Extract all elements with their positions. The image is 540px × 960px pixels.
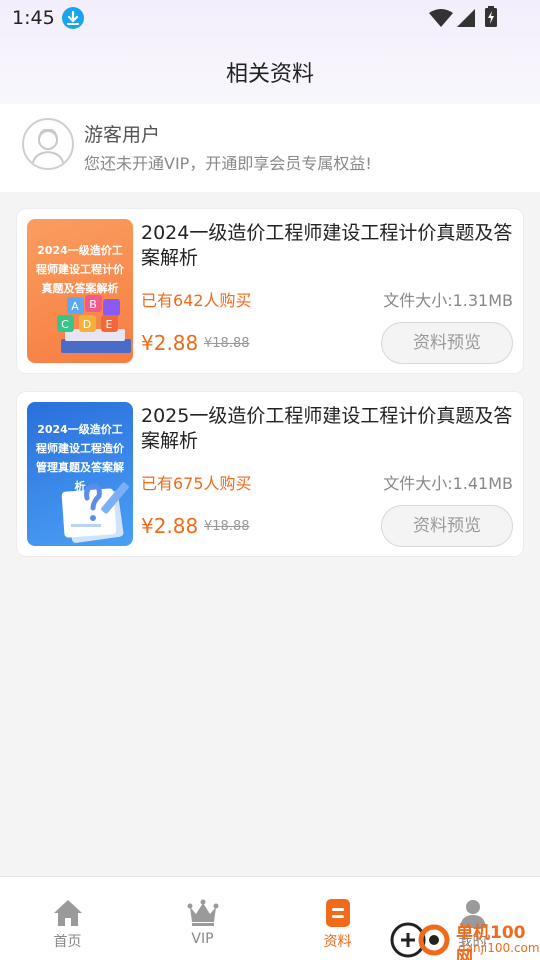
svg-text:D: D <box>83 318 91 331</box>
svg-text:E: E <box>106 318 113 331</box>
price: ¥2.88 <box>141 331 199 355</box>
status-bar: 1:45 <box>0 0 540 38</box>
watermark: 单机100网 danji100.com <box>388 916 540 960</box>
watermark-logo-icon <box>390 922 450 958</box>
material-card[interactable]: 2024一级造价工程师建设工程计价真题及答案解析 A B C D E 2024一… <box>16 208 524 374</box>
document-icon <box>325 899 350 927</box>
avatar[interactable] <box>22 118 74 170</box>
cover-image: 2024一级造价工程师建设工程造价管理真题及答案解析 <box>27 402 133 546</box>
preview-button[interactable]: 资料预览 <box>381 505 513 547</box>
document-pen-illustration-icon <box>61 482 129 543</box>
original-price: ¥18.88 <box>204 336 250 351</box>
vip-promo-text[interactable]: 您还未开通VIP，开通即享会员专属权益! <box>84 150 372 174</box>
user-name: 游客用户 <box>84 124 161 146</box>
battery-icon <box>485 6 497 27</box>
crown-icon <box>187 899 218 926</box>
tab-label: VIP <box>191 931 214 947</box>
tab-materials[interactable]: 资料 <box>270 877 405 960</box>
blocks-illustration-icon: A B C D E <box>57 295 131 353</box>
buyer-count: 已有642人购买 <box>141 291 252 310</box>
preview-button[interactable]: 资料预览 <box>381 322 513 364</box>
original-price: ¥18.88 <box>204 519 250 534</box>
cellular-icon <box>457 9 475 27</box>
price: ¥2.88 <box>141 514 199 538</box>
file-size: 文件大小:1.41MB <box>383 474 513 493</box>
home-icon <box>53 900 82 926</box>
person-avatar-icon <box>31 128 65 167</box>
svg-text:C: C <box>61 318 69 331</box>
user-info-section[interactable]: 游客用户 您还未开通VIP，开通即享会员专属权益! <box>0 104 540 192</box>
file-size: 文件大小:1.31MB <box>383 291 513 310</box>
tab-label: 首页 <box>53 934 82 950</box>
watermark-url: danji100.com <box>458 941 540 955</box>
item-title[interactable]: 2025一级造价工程师建设工程计价真题及答案解析 <box>141 404 513 454</box>
buyer-count: 已有675人购买 <box>141 474 252 493</box>
svg-text:B: B <box>89 298 97 311</box>
item-title[interactable]: 2024一级造价工程师建设工程计价真题及答案解析 <box>141 221 513 271</box>
tab-vip[interactable]: VIP <box>135 877 270 960</box>
page-title: 相关资料 <box>225 62 314 87</box>
cover-image: 2024一级造价工程师建设工程计价真题及答案解析 A B C D E <box>27 219 133 363</box>
svg-text:A: A <box>71 300 79 313</box>
tab-home[interactable]: 首页 <box>0 877 135 960</box>
wifi-icon <box>429 9 453 27</box>
tab-label: 资料 <box>323 934 352 950</box>
material-card[interactable]: 2024一级造价工程师建设工程造价管理真题及答案解析 2025一级造价工程师建设… <box>16 391 524 557</box>
download-icon <box>62 7 84 29</box>
status-time: 1:45 <box>12 7 55 29</box>
